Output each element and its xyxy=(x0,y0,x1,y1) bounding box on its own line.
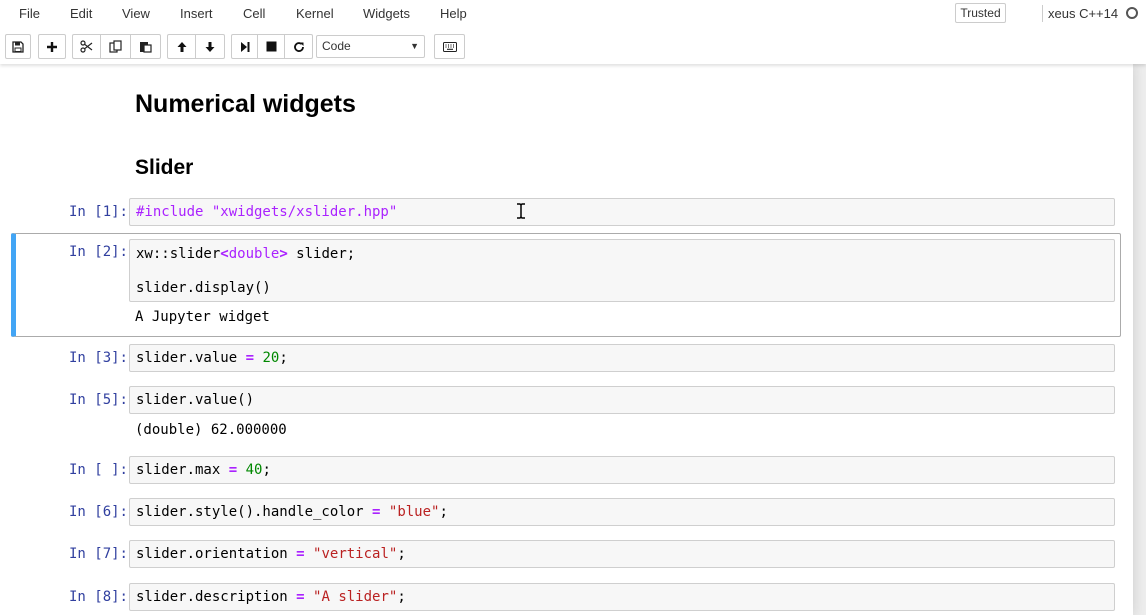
code-line: slider.description = "A slider"; xyxy=(136,589,406,605)
notebook-container: Numerical widgets Slider In [1]: #includ… xyxy=(0,64,1133,615)
insert-cell-button[interactable] xyxy=(38,34,66,59)
output-text: (double) 62.000000 xyxy=(135,422,287,438)
notebook-header: File Edit View Insert Cell Kernel Widget… xyxy=(0,0,1146,64)
text-cursor-icon xyxy=(517,203,525,219)
menu-widgets[interactable]: Widgets xyxy=(363,5,410,23)
input-prompt: In [1]: xyxy=(68,204,128,220)
cell-type-value: Code xyxy=(322,39,351,53)
code-line: slider.orientation = "vertical"; xyxy=(136,546,406,562)
kernel-name[interactable]: xeus C++14 xyxy=(1048,5,1118,22)
cell-type-select[interactable]: Code ▼ xyxy=(316,35,425,58)
input-prompt: In [8]: xyxy=(68,589,128,605)
plus-icon xyxy=(47,41,57,52)
refresh-icon xyxy=(293,41,304,52)
cut-button[interactable] xyxy=(72,34,101,59)
output-text: A Jupyter widget xyxy=(135,309,270,325)
menu-file[interactable]: File xyxy=(19,5,40,23)
heading-numerical-widgets: Numerical widgets xyxy=(135,90,356,118)
code-line: slider.max = 40; xyxy=(136,462,271,478)
step-forward-icon xyxy=(240,41,249,52)
notebook-panel: Numerical widgets Slider In [1]: #includ… xyxy=(0,64,1146,615)
menu-view[interactable]: View xyxy=(122,5,150,23)
menu-edit[interactable]: Edit xyxy=(70,5,92,23)
code-cell[interactable]: In [3]: slider.value = 20; xyxy=(11,342,1121,374)
move-cell-down-button[interactable] xyxy=(196,34,225,59)
menu-insert[interactable]: Insert xyxy=(180,5,213,23)
menu-kernel[interactable]: Kernel xyxy=(296,5,334,23)
command-palette-button[interactable] xyxy=(434,34,465,59)
code-cell-selected[interactable]: In [2]: xw::slider<double> slider; slide… xyxy=(11,233,1121,337)
kernel-separator xyxy=(1042,5,1043,22)
menu-help[interactable]: Help xyxy=(440,5,467,23)
code-cell[interactable]: In [7]: slider.orientation = "vertical"; xyxy=(11,538,1121,570)
code-cell[interactable]: In [1]: #include "xwidgets/xslider.hpp" xyxy=(11,196,1121,228)
restart-kernel-button[interactable] xyxy=(285,34,313,59)
input-prompt: In [7]: xyxy=(68,546,128,562)
code-editor[interactable]: xw::slider<double> slider; slider.displa… xyxy=(129,239,1115,302)
kernel-idle-icon xyxy=(1126,7,1138,19)
stop-icon xyxy=(266,41,276,52)
menu-cell[interactable]: Cell xyxy=(243,5,265,23)
code-editor[interactable]: slider.value = 20; xyxy=(129,344,1115,372)
save-button[interactable] xyxy=(5,34,31,59)
code-cell[interactable]: In [6]: slider.style().handle_color = "b… xyxy=(11,496,1121,528)
code-line: slider.display() xyxy=(136,280,271,296)
code-line: slider.value() xyxy=(136,392,255,408)
floppy-disk-icon xyxy=(12,40,24,53)
copy-button[interactable] xyxy=(101,34,131,59)
input-prompt: In [6]: xyxy=(68,504,128,520)
arrow-down-icon xyxy=(205,41,215,52)
interrupt-kernel-button[interactable] xyxy=(258,34,285,59)
input-prompt: In [3]: xyxy=(68,350,128,366)
code-line: #include "xwidgets/xslider.hpp" xyxy=(136,204,398,220)
code-line: slider.style().handle_color = "blue"; xyxy=(136,504,448,520)
copy-icon xyxy=(109,40,122,53)
arrow-up-icon xyxy=(177,41,186,52)
code-cell[interactable]: In [8]: slider.description = "A slider"; xyxy=(11,581,1121,613)
input-prompt: In [ ]: xyxy=(68,462,128,478)
code-editor[interactable]: slider.style().handle_color = "blue"; xyxy=(129,498,1115,526)
scissors-icon xyxy=(80,40,93,53)
run-cell-button[interactable] xyxy=(231,34,258,59)
dropdown-caret-icon: ▼ xyxy=(410,41,419,51)
input-prompt: In [2]: xyxy=(68,244,128,260)
code-editor[interactable]: slider.orientation = "vertical"; xyxy=(129,540,1115,568)
trusted-indicator[interactable]: Trusted xyxy=(955,3,1006,23)
code-editor[interactable]: #include "xwidgets/xslider.hpp" xyxy=(129,198,1115,226)
keyboard-icon xyxy=(442,41,457,52)
heading-slider: Slider xyxy=(135,156,194,179)
code-editor[interactable]: slider.description = "A slider"; xyxy=(129,583,1115,611)
menubar: File Edit View Insert Cell Kernel Widget… xyxy=(0,0,1146,28)
code-line: xw::slider<double> slider; xyxy=(136,246,356,262)
input-prompt: In [5]: xyxy=(68,392,128,408)
code-editor[interactable]: slider.max = 40; xyxy=(129,456,1115,484)
paste-icon xyxy=(140,42,152,53)
paste-button[interactable] xyxy=(131,34,161,59)
code-cell[interactable]: In [ ]: slider.max = 40; xyxy=(11,454,1121,486)
move-cell-up-button[interactable] xyxy=(167,34,196,59)
code-line: slider.value = 20; xyxy=(136,350,288,366)
code-editor[interactable]: slider.value() xyxy=(129,386,1115,414)
code-cell[interactable]: In [5]: slider.value() (double) 62.00000… xyxy=(11,384,1121,444)
